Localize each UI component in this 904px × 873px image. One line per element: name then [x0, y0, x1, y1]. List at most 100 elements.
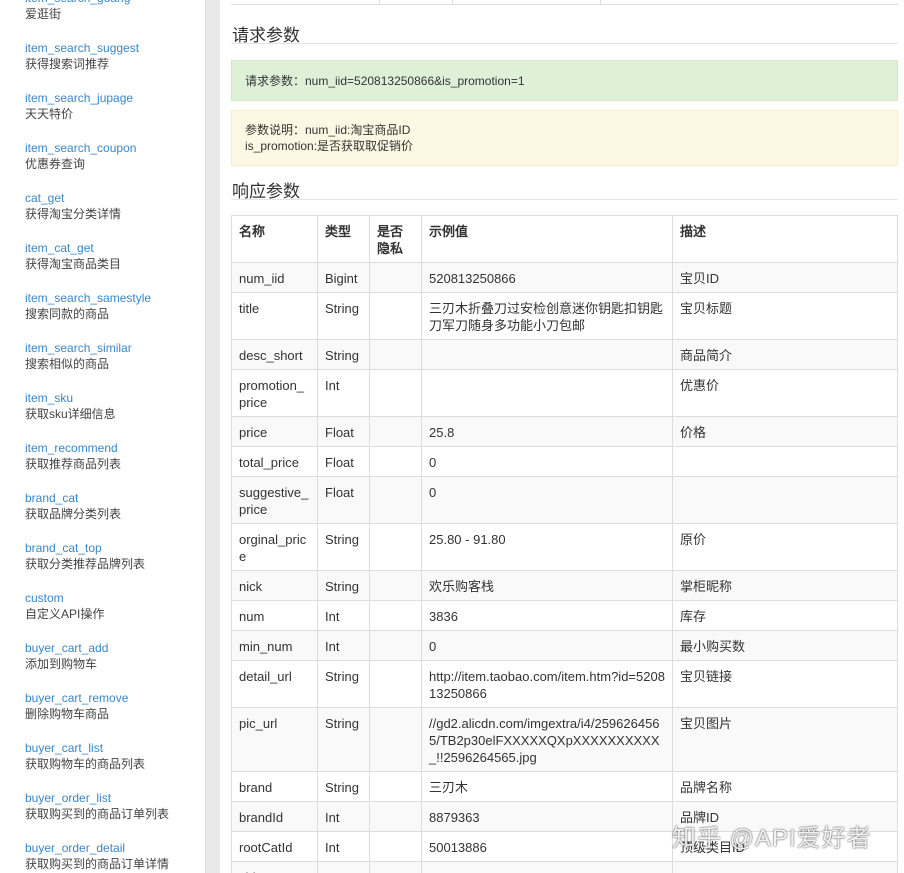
cell-type: Float	[317, 446, 370, 477]
sidebar-item-item-search-suggest[interactable]: item_search_suggest 获得搜索词推荐	[0, 40, 205, 90]
sidebar-item-description: 爱逛街	[25, 7, 62, 21]
cell-type: String	[317, 292, 370, 340]
header-example: 示例值	[421, 215, 673, 263]
cell-privacy	[369, 861, 422, 873]
cell-example: 欢乐购客栈	[421, 570, 673, 601]
cell-name: orginal_price	[231, 523, 318, 571]
cell-name: pic_url	[231, 707, 318, 772]
sidebar-item-brand-cat[interactable]: brand_cat 获取品牌分类列表	[0, 490, 205, 540]
cell-type: String	[317, 771, 370, 802]
cell-type: Int	[317, 861, 370, 873]
sidebar-item-description: 优惠券查询	[25, 157, 86, 171]
sidebar-item-description: 获取购物车的商品列表	[25, 757, 146, 771]
sidebar-item-item-search-samestyle[interactable]: item_search_samestyle 搜索同款的商品	[0, 290, 205, 340]
param-notes-box: 参数说明：num_iid:淘宝商品ID is_promotion:是否获取取促销…	[231, 110, 898, 166]
sidebar-item-link[interactable]: item_recommend	[25, 440, 205, 456]
doc-main: 请求参数 请求参数：num_iid=520813250866&is_promot…	[220, 0, 904, 873]
api-sidebar: item_search_guang爱逛街item_search_suggest获…	[0, 0, 206, 873]
sidebar-item-link[interactable]: buyer_order_list	[25, 790, 205, 806]
sidebar-item-description: 获取sku详细信息	[25, 407, 116, 421]
param-note-is-promotion: is_promotion:是否获取取促销价	[245, 139, 414, 153]
sidebar-item-link[interactable]: item_search_samestyle	[25, 290, 205, 306]
sidebar-item-description: 添加到购物车	[25, 657, 98, 671]
sidebar-item-link[interactable]: custom	[25, 590, 205, 606]
sidebar-item-custom[interactable]: custom 自定义API操作	[0, 590, 205, 640]
cell-name: detail_url	[231, 660, 318, 708]
sidebar-item-item-recommend[interactable]: item_recommend 获取推荐商品列表	[0, 440, 205, 490]
sidebar-item-item-search-guang[interactable]: item_search_guang爱逛街	[0, 0, 205, 40]
cell-name: rootCatId	[231, 831, 318, 862]
table-row: desc_short String 商品简介	[231, 339, 898, 370]
sidebar-item-link[interactable]: buyer_cart_list	[25, 740, 205, 756]
cell-privacy	[369, 600, 422, 631]
sidebar-item-item-cat-get[interactable]: item_cat_get 获得淘宝商品类目	[0, 240, 205, 290]
cell-example: 50013886	[421, 831, 673, 862]
sidebar-item-link[interactable]: brand_cat_top	[25, 540, 205, 556]
cell-type: Float	[317, 416, 370, 447]
cell-privacy	[369, 416, 422, 447]
sidebar-item-buyer-cart-list[interactable]: buyer_cart_list 获取购物车的商品列表	[0, 740, 205, 790]
cell-privacy	[369, 339, 422, 370]
sidebar-item-description: 搜索同款的商品	[25, 307, 110, 321]
cell-privacy	[369, 446, 422, 477]
sidebar-item-buyer-order-detail[interactable]: buyer_order_detail 获取购买到的商品订单详情	[0, 840, 205, 873]
cell-privacy	[369, 630, 422, 661]
response-params-table: 名称 类型 是否隐私 示例值 描述 num_iid Bigint 520813250…	[231, 215, 898, 873]
table-row: price Float 25.8 价格	[231, 416, 898, 447]
page: item_search_guang爱逛街item_search_suggest获…	[0, 0, 904, 873]
sidebar-item-description: 天天特价	[25, 107, 74, 121]
sidebar-item-buyer-order-list[interactable]: buyer_order_list 获取购买到的商品订单列表	[0, 790, 205, 840]
cell-example: 0	[421, 446, 673, 477]
cell-name: num	[231, 600, 318, 631]
sidebar-item-link[interactable]: buyer_cart_add	[25, 640, 205, 656]
sidebar-item-item-sku[interactable]: item_sku 获取sku详细信息	[0, 390, 205, 440]
cell-example: 三刃木折叠刀过安检创意迷你钥匙扣钥匙刀军刀随身多功能小刀包邮	[421, 292, 673, 340]
cell-privacy	[369, 570, 422, 601]
table-row: title String 三刃木折叠刀过安检创意迷你钥匙扣钥匙刀军刀随身多功能小刀包…	[231, 292, 898, 340]
sidebar-item-link[interactable]: item_cat_get	[25, 240, 205, 256]
sidebar-item-link[interactable]: item_search_suggest	[25, 40, 205, 56]
sidebar-item-buyer-cart-add[interactable]: buyer_cart_add 添加到购物车	[0, 640, 205, 690]
cell-description	[672, 476, 898, 524]
cell-name: cid	[231, 861, 318, 873]
sidebar-item-link[interactable]: item_search_jupage	[25, 90, 205, 106]
sidebar-item-link[interactable]: brand_cat	[25, 490, 205, 506]
cell-example: //gd2.alicdn.com/imgextra/i4/2596264565/…	[421, 707, 673, 772]
table-header-row: 名称 类型 是否隐私 示例值 描述	[231, 215, 898, 263]
cell-name: num_iid	[231, 262, 318, 293]
cell-example	[421, 369, 673, 417]
table-row: brand String 三刃木 品牌名称	[231, 771, 898, 802]
sidebar-item-buyer-cart-remove[interactable]: buyer_cart_remove 删除购物车商品	[0, 690, 205, 740]
cell-type: Int	[317, 630, 370, 661]
sidebar-item-item-search-similar[interactable]: item_search_similar 搜索相似的商品	[0, 340, 205, 390]
sidebar-item-description: 获取购买到的商品订单详情	[25, 857, 170, 871]
cell-privacy	[369, 771, 422, 802]
sidebar-item-cat-get[interactable]: cat_get 获得淘宝分类详情	[0, 190, 205, 240]
sidebar-item-link[interactable]: item_search_similar	[25, 340, 205, 356]
sidebar-item-item-search-coupon[interactable]: item_search_coupon 优惠券查询	[0, 140, 205, 190]
cell-type: Bigint	[317, 262, 370, 293]
gutter	[206, 0, 220, 873]
cell-privacy	[369, 831, 422, 862]
sidebar-item-link[interactable]: cat_get	[25, 190, 205, 206]
sidebar-item-link[interactable]: item_search_coupon	[25, 140, 205, 156]
sidebar-item-item-search-jupage[interactable]: item_search_jupage 天天特价	[0, 90, 205, 140]
cell-example: http://item.taobao.com/item.htm?id=52081…	[421, 660, 673, 708]
cell-name: nick	[231, 570, 318, 601]
sidebar-item-link[interactable]: buyer_order_detail	[25, 840, 205, 856]
cell-example: 520813250866	[421, 262, 673, 293]
cell-name: total_price	[231, 446, 318, 477]
cell-type: String	[317, 570, 370, 601]
table-row: num Int 3836 库存	[231, 600, 898, 631]
table-row: nick String 欢乐购客栈 掌柜昵称	[231, 570, 898, 601]
sidebar-item-link[interactable]: item_sku	[25, 390, 205, 406]
header-privacy: 是否隐私	[369, 215, 422, 263]
sidebar-item-link[interactable]: buyer_cart_remove	[25, 690, 205, 706]
request-params-text: 请求参数：num_iid=520813250866&is_promotion=1	[245, 73, 525, 88]
sidebar-item-description: 获得淘宝商品类目	[25, 257, 122, 271]
cell-description: 价格	[672, 416, 898, 447]
cell-description: 掌柜昵称	[672, 570, 898, 601]
sidebar-item-brand-cat-top[interactable]: brand_cat_top 获取分类推荐品牌列表	[0, 540, 205, 590]
cell-description: 品牌名称	[672, 771, 898, 802]
cell-type: String	[317, 523, 370, 571]
